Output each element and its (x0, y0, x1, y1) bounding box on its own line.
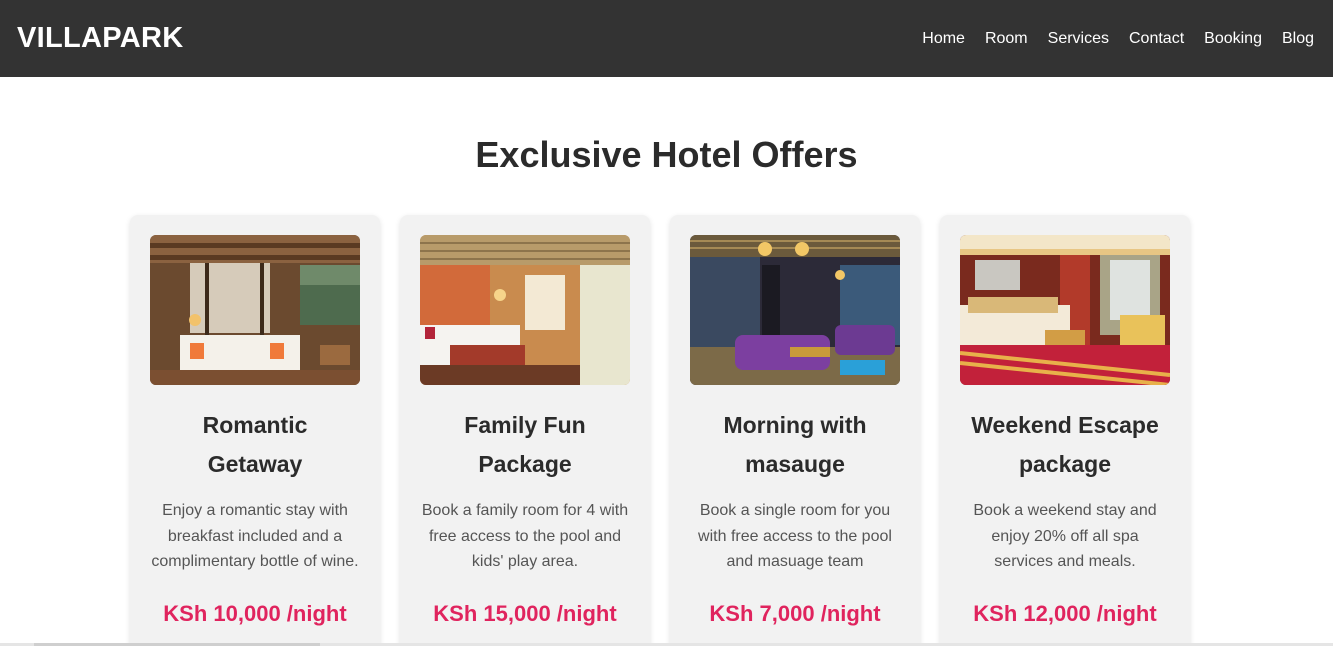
nav-link-home[interactable]: Home (922, 30, 965, 48)
offers-grid: Romantic Getaway Enjoy a romantic stay w… (130, 215, 1190, 646)
nav-link-booking[interactable]: Booking (1204, 30, 1262, 48)
offer-price: KSh 10,000 /night (163, 600, 347, 626)
offer-price: KSh 7,000 /night (709, 600, 881, 626)
offer-card[interactable]: Romantic Getaway Enjoy a romantic stay w… (130, 215, 380, 646)
page-title: Exclusive Hotel Offers (475, 134, 858, 175)
offer-description: Book a single room for you with free acc… (698, 502, 892, 570)
nav-links: Home Room Services Contact Booking Blog (902, 30, 1314, 48)
offer-image-family-room (420, 235, 630, 385)
offer-title: Weekend Escape package (971, 412, 1159, 477)
offer-card[interactable]: Family Fun Package Book a family room fo… (400, 215, 650, 646)
offer-description: Book a family room for 4 with free acces… (421, 502, 629, 570)
offer-title: Romantic Getaway (202, 412, 308, 477)
offer-title: Family Fun Package (464, 412, 586, 477)
offer-description: Book a weekend stay and enjoy 20% off al… (973, 502, 1157, 570)
offer-card[interactable]: Morning with masauge Book a single room … (670, 215, 920, 646)
navbar: VILLAPARK Home Room Services Contact Boo… (0, 0, 1333, 77)
nav-link-blog[interactable]: Blog (1282, 30, 1314, 48)
nav-link-services[interactable]: Services (1048, 30, 1109, 48)
offer-card[interactable]: Weekend Escape package Book a weekend st… (940, 215, 1190, 646)
brand-logo[interactable]: VILLAPARK (17, 22, 184, 55)
offer-title: Morning with masauge (723, 412, 867, 477)
offer-price: KSh 15,000 /night (433, 600, 617, 626)
nav-link-contact[interactable]: Contact (1129, 30, 1184, 48)
offer-price: KSh 12,000 /night (973, 600, 1157, 626)
nav-link-room[interactable]: Room (985, 30, 1028, 48)
offer-image-lounge (690, 235, 900, 385)
offer-description: Enjoy a romantic stay with breakfast inc… (151, 502, 359, 570)
offer-image-suite (960, 235, 1170, 385)
offer-image-romantic-room (150, 235, 360, 385)
